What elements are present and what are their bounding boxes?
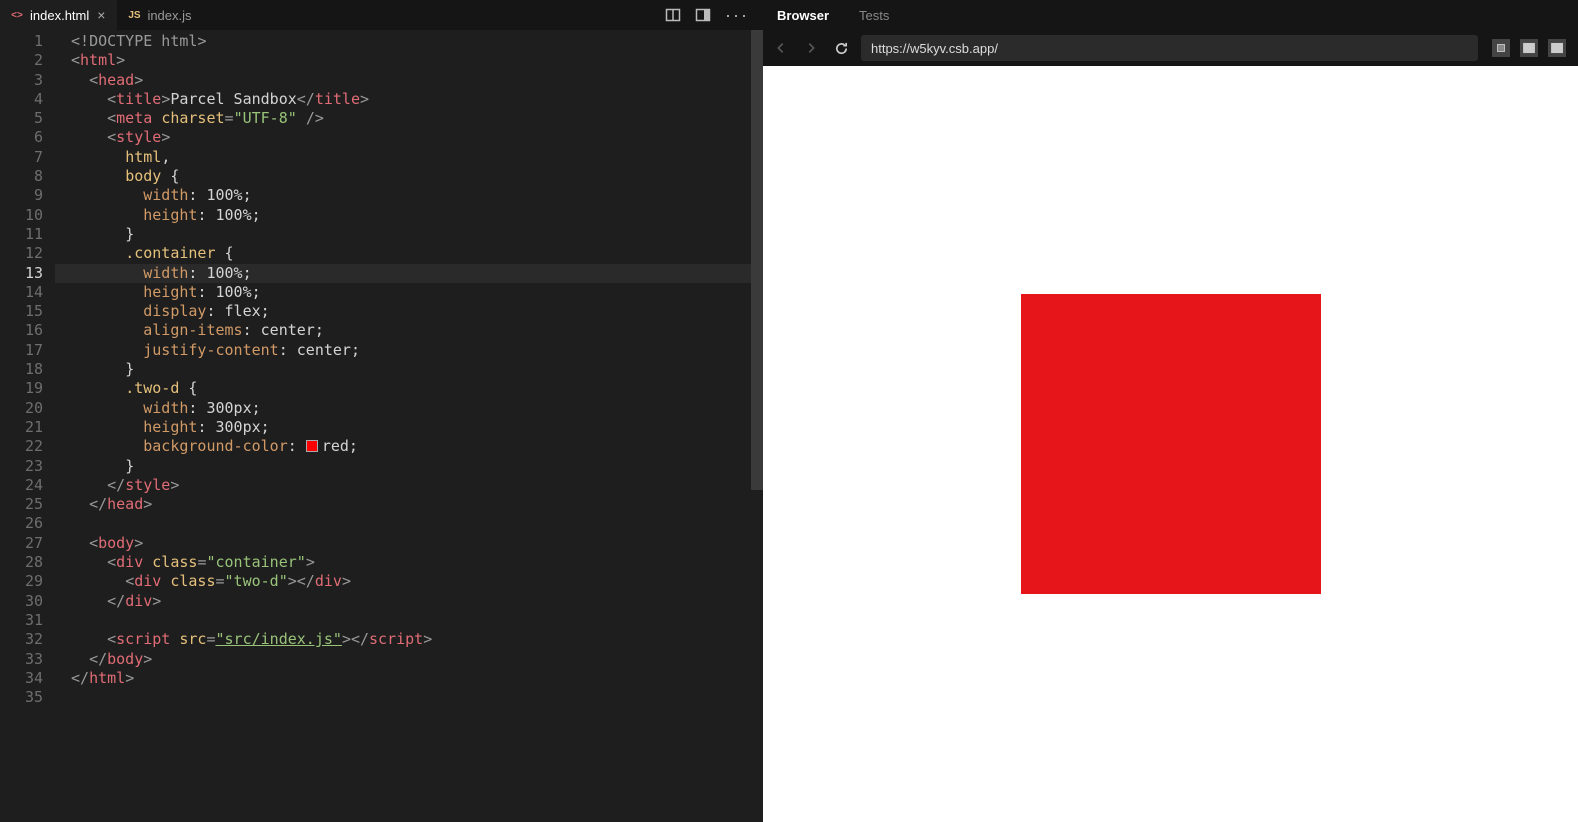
line-number-gutter: 1234567891011121314151617181920212223242… — [0, 30, 55, 822]
nav-forward-icon[interactable] — [801, 41, 821, 55]
open-window-icon[interactable] — [1548, 39, 1566, 57]
open-devtools-icon[interactable] — [1520, 39, 1538, 57]
url-input[interactable] — [861, 35, 1478, 61]
tab-label: index.js — [147, 8, 191, 23]
code-content[interactable]: <!DOCTYPE html><html> <head> <title>Parc… — [55, 30, 763, 822]
nav-back-icon[interactable] — [771, 41, 791, 55]
rendered-two-d-square — [1021, 294, 1321, 594]
reload-icon[interactable] — [831, 41, 851, 56]
editor-pane: <> index.html × JS index.js ··· 12345678… — [0, 0, 763, 822]
tab-index-html[interactable]: <> index.html × — [0, 0, 117, 30]
preview-actions — [1488, 39, 1570, 57]
tab-browser[interactable]: Browser — [777, 8, 829, 23]
tab-label: index.html — [30, 8, 89, 23]
preview-tab-bar: Browser Tests — [763, 0, 1578, 30]
preview-pane: Browser Tests — [763, 0, 1578, 822]
split-editor-icon[interactable] — [665, 7, 681, 23]
pane-resize-handle[interactable] — [761, 0, 765, 822]
js-file-icon: JS — [127, 8, 141, 22]
code-editor[interactable]: 1234567891011121314151617181920212223242… — [0, 30, 763, 822]
more-actions-icon[interactable]: ··· — [725, 5, 749, 26]
browser-viewport — [763, 66, 1578, 822]
tab-index-js[interactable]: JS index.js — [117, 0, 201, 30]
editor-toolbar: ··· — [651, 0, 763, 30]
editor-tab-bar: <> index.html × JS index.js ··· — [0, 0, 763, 30]
toggle-panel-icon[interactable] — [695, 7, 711, 23]
csb-icon[interactable] — [1492, 39, 1510, 57]
browser-url-bar — [763, 30, 1578, 66]
tab-tests[interactable]: Tests — [859, 8, 889, 23]
html-file-icon: <> — [10, 8, 24, 22]
close-tab-button[interactable]: × — [95, 7, 107, 23]
